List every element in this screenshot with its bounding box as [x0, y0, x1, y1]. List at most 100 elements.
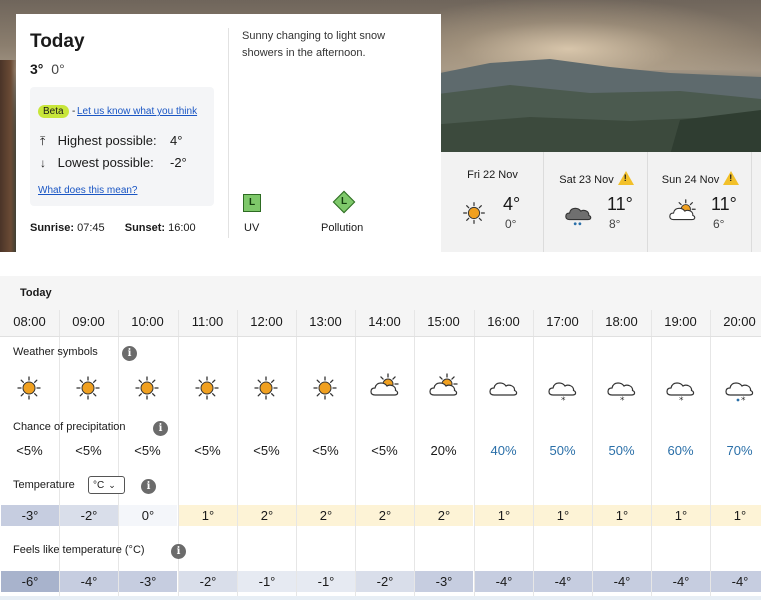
feels-like-cell: -2° [179, 571, 237, 592]
day-card[interactable]: Sat 23 Nov 11° 8° [545, 152, 648, 252]
precipitation-value: 40% [490, 443, 517, 458]
today-low: 0° [51, 61, 65, 77]
precipitation-label: Chance of precipitation [13, 421, 126, 433]
today-high: 3° [30, 61, 44, 77]
chevron-down-icon: ⌄ [108, 480, 116, 490]
hour-label: 15:00 [427, 314, 460, 329]
beta-box: Beta - Let us know what you think ⤒ High… [30, 87, 214, 206]
info-icon[interactable]: i [141, 479, 156, 494]
info-icon[interactable]: i [122, 346, 137, 361]
precipitation-value: <5% [371, 443, 398, 458]
temperature-cell: 1° [711, 505, 761, 526]
svg-text:*: * [679, 396, 684, 404]
landscape-hills [430, 59, 761, 155]
warning-triangle-icon[interactable] [723, 171, 740, 185]
sun-icon [191, 372, 223, 404]
info-icon[interactable]: i [153, 421, 168, 436]
day-low: 8° [609, 217, 621, 231]
sun-cloud-icon [667, 198, 697, 228]
info-icon[interactable]: i [171, 544, 186, 559]
hourly-title: Today [20, 287, 52, 299]
precipitation-value: <5% [312, 443, 339, 458]
pollution-level[interactable]: L [336, 194, 352, 210]
sun-icon [309, 372, 341, 404]
sun-times: Sunrise: 07:45 Sunset: 16:00 [30, 222, 196, 234]
highest-possible-value: 4° [170, 133, 183, 148]
feels-like-cell: -4° [534, 571, 592, 592]
feedback-link[interactable]: Let us know what you think [77, 106, 197, 117]
sun-icon [250, 372, 282, 404]
beta-separator: - [72, 106, 76, 117]
day-name: Sun 24 Nov [649, 169, 752, 186]
precipitation-value: <5% [253, 443, 280, 458]
precipitation-value: 60% [667, 443, 694, 458]
highest-possible-row: ⤒ Highest possible: 4° [40, 133, 182, 149]
hour-label: 16:00 [487, 314, 520, 329]
feels-like-cell: -1° [238, 571, 296, 592]
hour-label: 17:00 [546, 314, 579, 329]
feels-like-cell: -3° [415, 571, 473, 592]
bottom-strip [0, 596, 761, 600]
temperature-cell: -3° [1, 505, 59, 526]
temperature-cell: 1° [179, 505, 237, 526]
snow-cloud-icon: * [546, 372, 578, 406]
temperature-cell: 1° [475, 505, 533, 526]
lowest-possible-row: ↓ Lowest possible: -2° [40, 155, 187, 170]
precipitation-value: <5% [194, 443, 221, 458]
sunrise-value: 07:45 [77, 222, 105, 234]
day-card[interactable]: Sun 24 Nov 11° 6° [649, 152, 752, 252]
day-name-text: Sat 23 Nov [559, 174, 614, 186]
hour-label: 09:00 [72, 314, 105, 329]
svg-text:*: * [561, 396, 566, 404]
day-name: Sat 23 Nov [545, 169, 648, 186]
sunrise-label: Sunrise: [30, 222, 75, 234]
today-temps: 3° 0° [30, 61, 65, 77]
day-card[interactable]: Fri 22 Nov 4° 0° [441, 152, 544, 252]
sun-icon [459, 198, 489, 228]
beta-badge: Beta [38, 105, 69, 118]
what-does-this-mean-link[interactable]: What does this mean? [38, 185, 138, 196]
hour-label: 19:00 [664, 314, 697, 329]
uv-label: UV [244, 222, 260, 234]
precipitation-value: 70% [726, 443, 753, 458]
hero-background: Today 3° 0° Beta - Let us know what you … [0, 0, 761, 252]
sun-icon [72, 372, 104, 404]
sun-cloud-icon [368, 372, 400, 404]
day-high: 4° [503, 194, 521, 214]
sun-cloud-icon [427, 372, 459, 404]
temperature-cell: 1° [652, 505, 710, 526]
temperature-cell: -2° [60, 505, 118, 526]
sun-icon [13, 372, 45, 404]
today-title: Today [30, 31, 85, 52]
temperature-unit-select[interactable]: °C ⌄ [88, 476, 125, 494]
hour-label: 20:00 [723, 314, 756, 329]
temperature-cell: 2° [356, 505, 414, 526]
sleet-cloud-icon: * [723, 372, 755, 406]
day-low: 6° [713, 217, 725, 231]
unit-value: °C [93, 480, 105, 491]
pollution-label: Pollution [321, 222, 364, 234]
hour-label: 18:00 [605, 314, 638, 329]
hour-label: 10:00 [131, 314, 164, 329]
feels-like-cell: -4° [593, 571, 651, 592]
precipitation-value: 50% [608, 443, 635, 458]
uv-level-badge[interactable]: L [243, 194, 261, 212]
lowest-possible-value: -2° [170, 155, 187, 170]
heavy-rain-cloud-icon [563, 198, 593, 228]
sunset-value: 16:00 [168, 222, 196, 234]
temperature-cell: 1° [534, 505, 592, 526]
today-card: Today 3° 0° Beta - Let us know what you … [16, 14, 441, 252]
hour-label: 11:00 [191, 314, 224, 329]
temperature-cell: 2° [238, 505, 296, 526]
feels-like-cell: -3° [119, 571, 177, 592]
feels-like-cell: -1° [297, 571, 355, 592]
day-high: 11° [607, 194, 633, 214]
warning-triangle-icon[interactable] [617, 171, 634, 185]
snow-cloud-icon: * [605, 372, 637, 406]
sun-icon [131, 372, 163, 404]
precipitation-value: 50% [549, 443, 576, 458]
lowest-possible-label: Lowest possible: [57, 155, 154, 170]
temperature-cell: 2° [297, 505, 355, 526]
hour-label: 08:00 [13, 314, 46, 329]
arrow-up-bar-icon: ⤒ [40, 134, 46, 148]
